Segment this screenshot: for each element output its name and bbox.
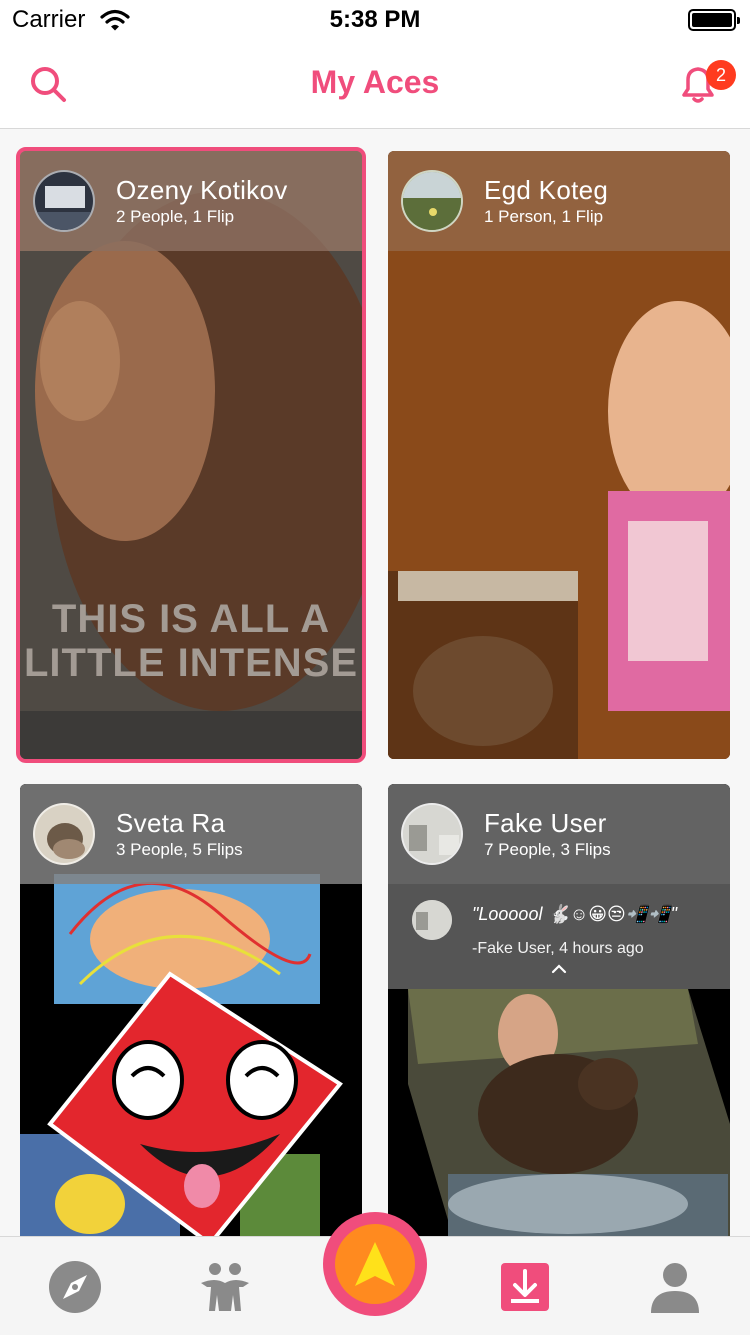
card-title: Sveta Ra [116, 808, 226, 838]
card-header: Egd Koteg 1 Person, 1 Flip [388, 151, 730, 251]
media-caption: THIS IS ALL A LITTLE INTENSE [24, 597, 358, 685]
avatar [401, 803, 463, 865]
create-icon [355, 1242, 395, 1286]
explore-icon[interactable] [45, 1257, 105, 1317]
card-title: Fake User [484, 808, 607, 838]
people-icon[interactable] [195, 1257, 255, 1317]
nav-header: My Aces 2 [0, 40, 750, 129]
status-time: 5:38 PM [329, 6, 421, 33]
page-title: My Aces [310, 64, 440, 100]
card-header: Fake User 7 People, 3 Flips [388, 784, 730, 884]
ace-card[interactable]: Egd Koteg 1 Person, 1 Flip [388, 151, 730, 759]
download-icon[interactable] [495, 1257, 555, 1317]
ace-card[interactable]: THIS IS ALL A LITTLE INTENSE Ozeny Kotik… [16, 147, 366, 763]
create-button[interactable] [323, 1212, 427, 1316]
avatar [401, 170, 463, 232]
card-header: Sveta Ra 3 People, 5 Flips [20, 784, 362, 884]
card-subtitle: 7 People, 3 Flips [484, 840, 611, 859]
comment-preview[interactable]: "Loooool 🐇☺😀😒📲📲" -Fake User, 4 hours ago [388, 884, 730, 989]
create-icon-bg [335, 1224, 415, 1304]
comment-text: "Loooool 🐇☺😀😒📲📲" [472, 904, 677, 924]
card-title: Egd Koteg [484, 175, 609, 205]
ace-card[interactable]: Sveta Ra 3 People, 5 Flips [20, 784, 362, 1236]
card-title: Ozeny Kotikov [116, 175, 288, 205]
avatar [33, 803, 95, 865]
status-bar: Carrier 5:38 PM [0, 0, 750, 40]
comment-author: -Fake User, 4 hours ago [472, 940, 644, 957]
card-header: Ozeny Kotikov 2 People, 1 Flip [20, 151, 362, 251]
ace-card[interactable]: Fake User 7 People, 3 Flips "Loooool 🐇☺😀… [388, 784, 730, 1236]
comment-avatar [412, 900, 452, 940]
chevron-up-icon[interactable] [550, 960, 568, 978]
battery-icon [688, 9, 740, 31]
card-subtitle: 3 People, 5 Flips [116, 840, 243, 859]
card-subtitle: 2 People, 1 Flip [116, 207, 235, 226]
avatar [33, 170, 95, 232]
notification-badge: 2 [706, 60, 736, 90]
profile-icon[interactable] [645, 1257, 705, 1317]
ace-feed: THIS IS ALL A LITTLE INTENSE Ozeny Kotik… [0, 129, 750, 1236]
card-subtitle: 1 Person, 1 Flip [484, 207, 604, 226]
